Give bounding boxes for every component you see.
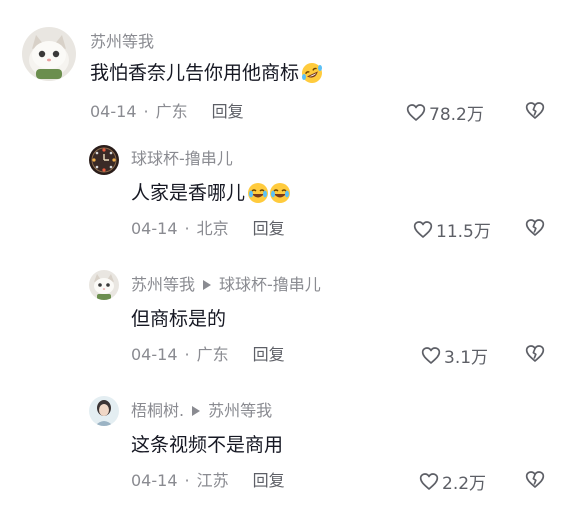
comment-date: 04-14 (131, 471, 178, 490)
broken-heart-icon (525, 345, 545, 362)
avatar[interactable] (89, 270, 119, 300)
like-count: 78.2万 (429, 105, 484, 125)
comment-text: 这条视频不是商用 (131, 434, 284, 456)
comment-text-line: 人家是香哪儿 (131, 180, 291, 206)
comment-text-line: 但商标是的 (131, 306, 226, 332)
reply-button[interactable]: 回复 (253, 345, 285, 365)
comment-text-line: 我怕香奈儿告你用他商标 (90, 60, 323, 86)
comment-text: 但商标是的 (131, 308, 227, 330)
comment-location: 江苏 (196, 471, 229, 490)
comment-author[interactable]: 球球杯-撸串儿 (131, 149, 233, 169)
comment-author[interactable]: 苏州等我 (90, 32, 154, 52)
comment-author-line: 苏州等我 球球杯-撸串儿 (131, 275, 321, 295)
comment-text-line: 这条视频不是商用 (131, 432, 283, 458)
reply-button[interactable]: 回复 (253, 219, 285, 239)
comment-author[interactable]: 苏州等我 (131, 275, 195, 295)
comment-meta: 04-14 · 江苏 回复 (131, 471, 285, 491)
dislike-button[interactable] (525, 470, 545, 489)
dislike-button[interactable] (525, 218, 545, 237)
comment-location: 广东 (196, 345, 229, 364)
meta-separator: · (143, 102, 149, 121)
comment-location: 广东 (155, 102, 188, 121)
comment-author[interactable]: 梧桐树. (131, 401, 184, 421)
comment-meta: 04-14 · 广东 回复 (90, 102, 244, 122)
rofl-emoji-icon (301, 62, 323, 84)
like-button[interactable]: 2.2万 (419, 469, 486, 494)
dislike-button[interactable] (525, 101, 545, 120)
comment-date: 04-14 (131, 345, 178, 364)
comment-meta: 04-14 · 北京 回复 (131, 219, 285, 239)
crying-laughing-emoji-icon (247, 182, 269, 204)
reply-to-author[interactable]: 苏州等我 (208, 401, 272, 421)
meta-separator: · (184, 219, 190, 238)
heart-outline-icon (421, 347, 441, 364)
comment-author-line: 苏州等我 (90, 32, 154, 52)
avatar[interactable] (89, 145, 119, 175)
play-triangle-icon (192, 406, 201, 416)
broken-heart-icon (525, 102, 545, 119)
like-count: 11.5万 (436, 222, 491, 242)
cat-avatar-icon (89, 270, 119, 300)
reply-button[interactable]: 回复 (253, 471, 285, 491)
heart-outline-icon (406, 104, 426, 121)
crying-laughing-emoji-icon (269, 182, 291, 204)
comment-text: 我怕香奈儿告你用他商标 (90, 62, 300, 84)
like-button[interactable]: 3.1万 (421, 343, 488, 368)
cat-avatar-icon (22, 27, 76, 81)
meta-separator: · (184, 345, 190, 364)
comment-date: 04-14 (90, 102, 137, 121)
like-button[interactable]: 78.2万 (406, 100, 484, 125)
comment-text: 人家是香哪儿 (131, 182, 246, 204)
comment-meta: 04-14 · 广东 回复 (131, 345, 285, 365)
heart-outline-icon (413, 221, 433, 238)
comment-author-line: 球球杯-撸串儿 (131, 149, 233, 169)
like-button[interactable]: 11.5万 (413, 217, 491, 242)
reply-button[interactable]: 回复 (212, 102, 244, 122)
meta-separator: · (184, 471, 190, 490)
avatar[interactable] (89, 396, 119, 426)
play-triangle-icon (203, 280, 212, 290)
comment-author-line: 梧桐树. 苏州等我 (131, 401, 272, 421)
heart-outline-icon (419, 473, 439, 490)
like-count: 2.2万 (442, 474, 487, 494)
reply-to-author[interactable]: 球球杯-撸串儿 (219, 275, 321, 295)
comment-date: 04-14 (131, 219, 178, 238)
person-avatar-icon (89, 396, 119, 426)
dislike-button[interactable] (525, 344, 545, 363)
avatar[interactable] (22, 27, 76, 81)
broken-heart-icon (525, 471, 545, 488)
like-count: 3.1万 (444, 348, 489, 368)
comment-location: 北京 (196, 219, 229, 238)
clock-avatar-icon (89, 145, 119, 175)
broken-heart-icon (525, 219, 545, 236)
